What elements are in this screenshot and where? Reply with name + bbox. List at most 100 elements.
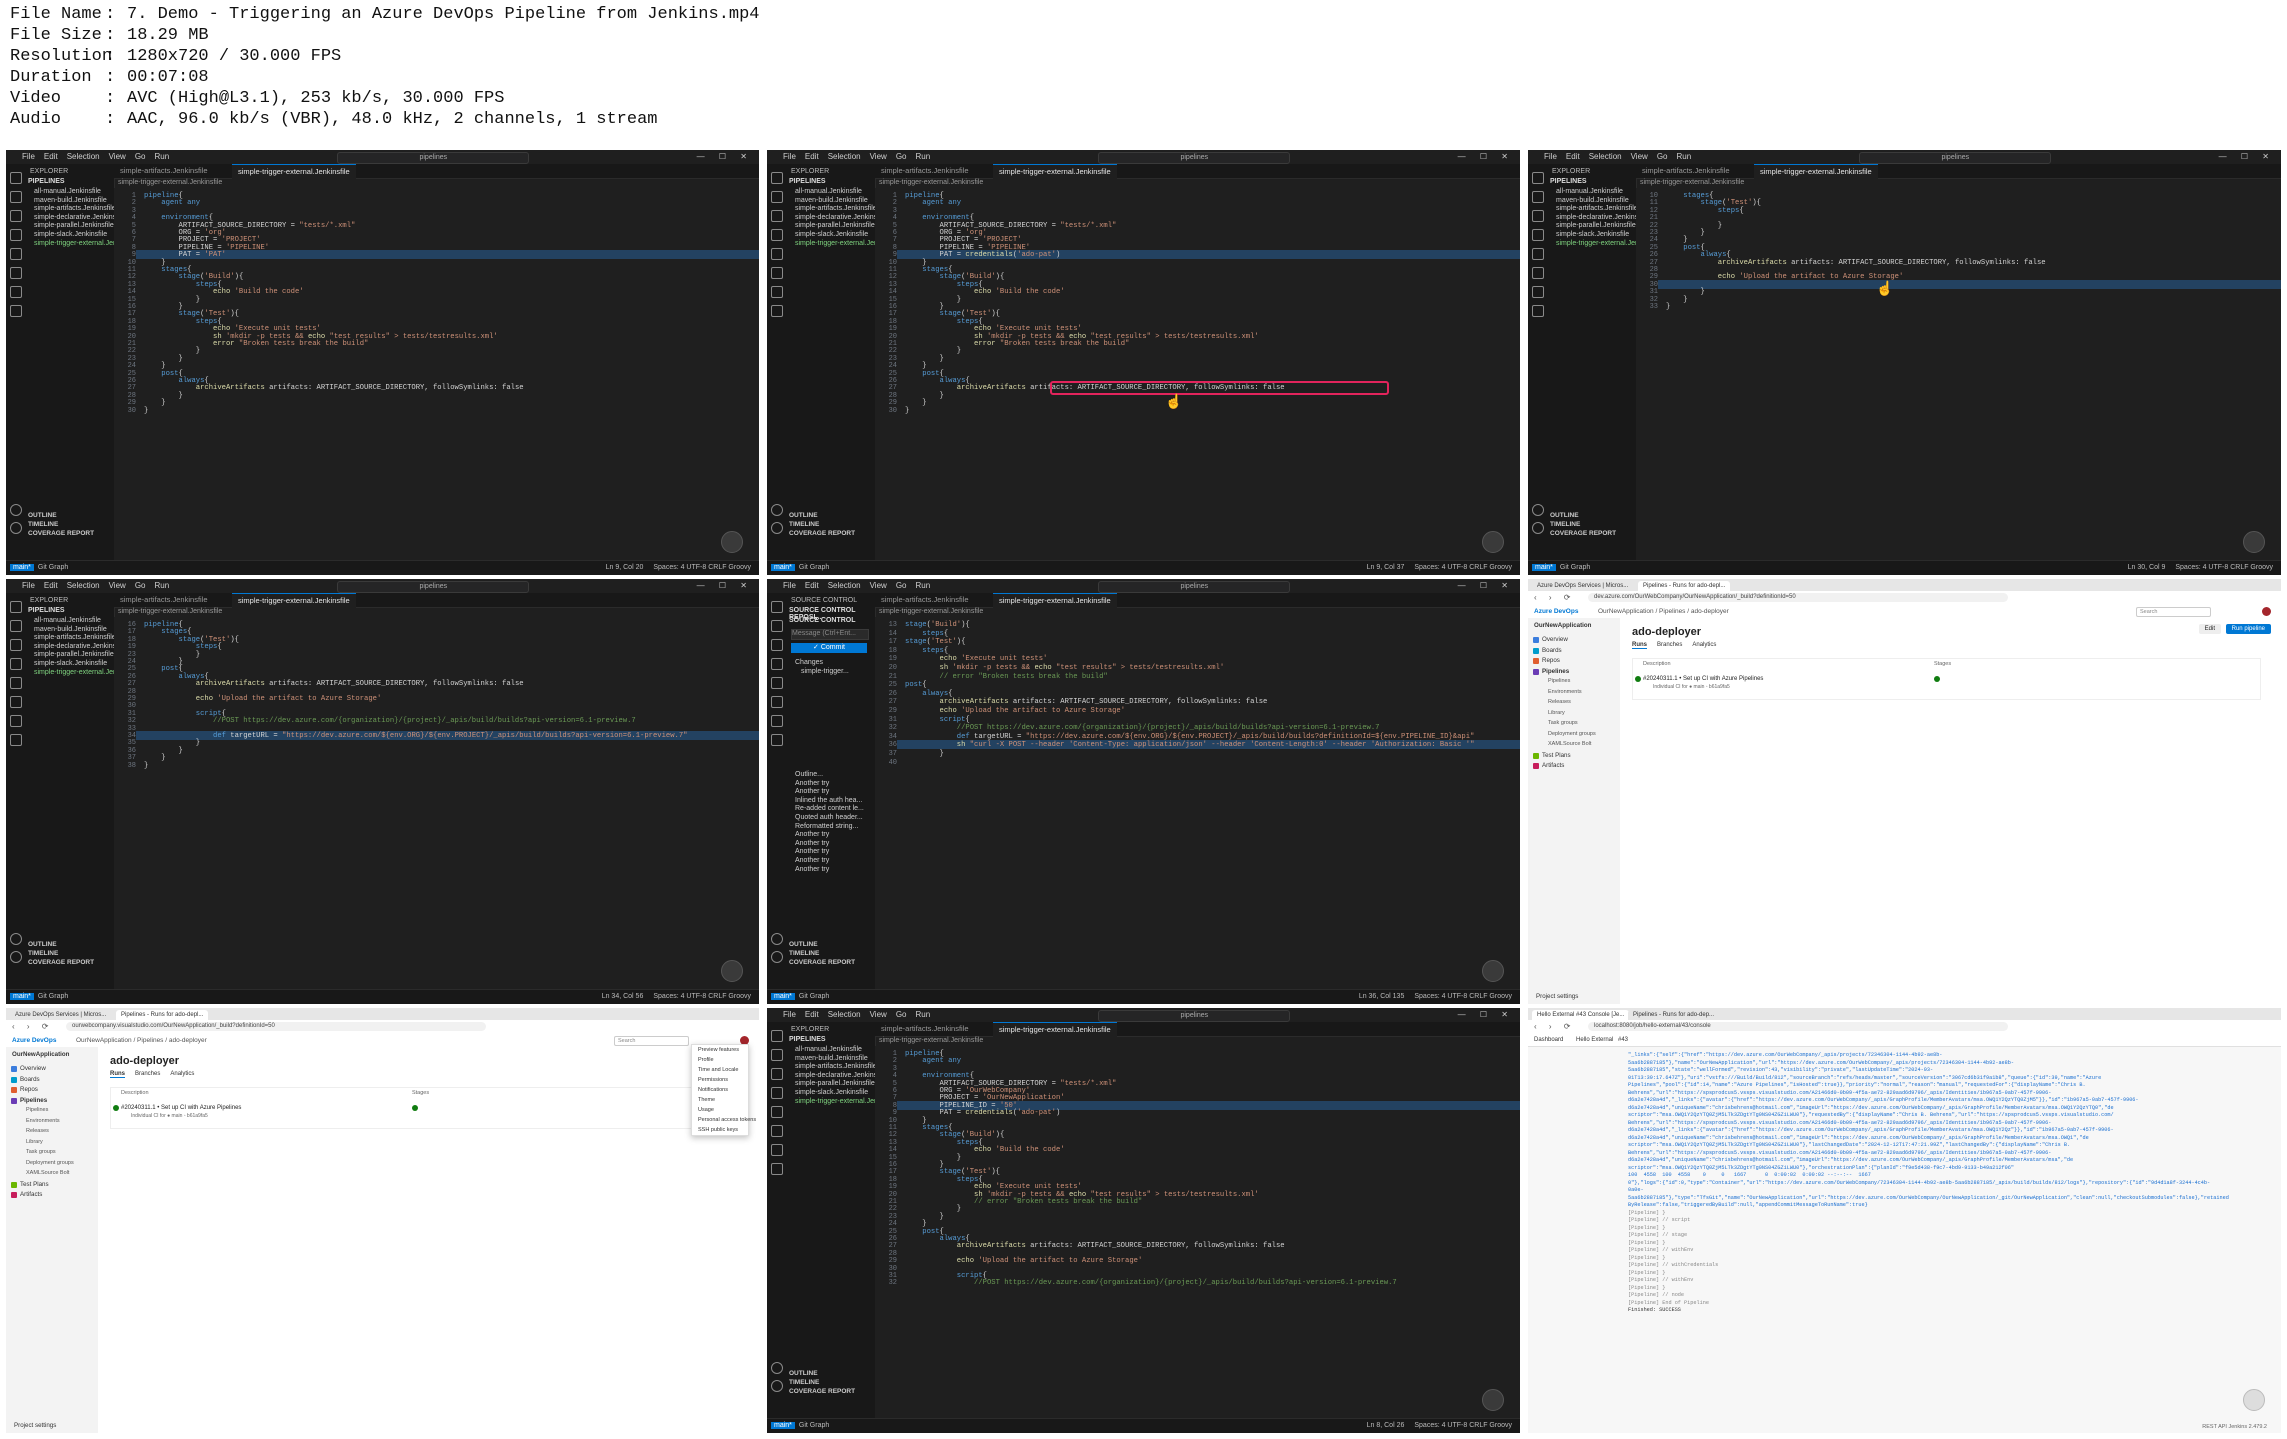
run-pipeline-button[interactable]: Run pipeline (2225, 624, 2271, 634)
menu-item-selection[interactable]: Selection (1589, 152, 1622, 161)
command-center[interactable]: pipelines (1098, 1010, 1291, 1022)
menu-item-go[interactable]: Go (135, 581, 146, 590)
menu-item-selection[interactable]: Selection (828, 152, 861, 161)
browser-nav-buttons[interactable]: ‹ › ⟳ (12, 1022, 53, 1031)
user-menu-item[interactable]: Profile (692, 1055, 748, 1065)
copilot-chat-icon[interactable] (1482, 531, 1504, 553)
run-debug-icon[interactable] (771, 1087, 783, 1099)
menu-item-view[interactable]: View (870, 581, 887, 590)
files-icon[interactable] (771, 172, 783, 184)
browser-tab[interactable]: Azure DevOps Services | Micros... (10, 1010, 112, 1020)
file-item[interactable]: simple-declarative.Jenkinsfile (34, 643, 125, 650)
pipelines-folder[interactable]: PIPELINES (28, 178, 65, 185)
menu-item-selection[interactable]: Selection (828, 1010, 861, 1019)
command-center[interactable]: pipelines (1098, 152, 1291, 164)
ado-search[interactable]: Search (614, 1036, 689, 1046)
search-icon[interactable] (771, 620, 783, 632)
search-icon[interactable] (10, 620, 22, 632)
sidebar-item-task-groups[interactable]: Task groups (26, 1149, 56, 1155)
pipelines-folder[interactable]: PIPELINES (28, 607, 65, 614)
menu-item-go[interactable]: Go (896, 152, 907, 161)
menu-item-view[interactable]: View (109, 581, 126, 590)
testing-icon[interactable] (10, 696, 22, 708)
settings-gear-icon[interactable] (771, 951, 783, 963)
browser-tab[interactable]: Azure DevOps Services | Micros... (1532, 581, 1634, 591)
file-item[interactable]: maven-build.Jenkinsfile (34, 197, 107, 204)
sidebar-item-environments[interactable]: Environments (1548, 689, 1582, 695)
code-editor[interactable]: 10 stages{11 stage('Test'){12 steps{21 22… (1636, 188, 2281, 561)
user-menu-item[interactable]: Personal access tokens (692, 1115, 756, 1125)
user-menu-item[interactable]: Notifications (692, 1085, 748, 1095)
command-center[interactable]: pipelines (1859, 152, 2052, 164)
sidebar-item-boards[interactable]: Boards (20, 1076, 40, 1083)
user-menu-item[interactable]: SSH public keys (692, 1125, 748, 1135)
file-item[interactable]: maven-build.Jenkinsfile (795, 1055, 868, 1062)
menu-item-file[interactable]: File (783, 1010, 796, 1019)
ado-search[interactable]: Search (2136, 607, 2211, 617)
docker-icon[interactable] (1532, 286, 1544, 298)
tab-runs[interactable]: Runs (1632, 642, 1647, 649)
commit-message-input[interactable]: Message (Ctrl+Ent... (791, 629, 869, 640)
tab-simple-artifacts[interactable]: simple-artifacts.Jenkinsfile (1636, 164, 1736, 178)
source-control-icon[interactable] (771, 639, 783, 651)
sidebar-item-xamlsource-bolt[interactable]: XAMLSource Bolt (1548, 741, 1591, 747)
timeline-item[interactable]: Outline... (795, 771, 823, 778)
avatar[interactable] (2262, 607, 2271, 616)
menu-item-file[interactable]: File (22, 581, 35, 590)
branch-indicator[interactable]: main* (771, 564, 795, 571)
browser-tab-active[interactable]: Pipelines - Runs for ado-depl... (116, 1010, 209, 1020)
panel-timeline[interactable]: TIMELINE (789, 521, 819, 528)
window-controls[interactable]: — ☐ ✕ (697, 581, 753, 590)
file-item[interactable]: simple-declarative.Jenkinsfile (34, 214, 125, 221)
menu-item-edit[interactable]: Edit (805, 1010, 819, 1019)
source-control-icon[interactable] (771, 210, 783, 222)
files-icon[interactable] (771, 1030, 783, 1042)
cursor-position[interactable]: Ln 36, Col 135 (1359, 993, 1405, 1000)
file-item[interactable]: all-manual.Jenkinsfile (1556, 188, 1623, 195)
file-item[interactable]: maven-build.Jenkinsfile (795, 197, 868, 204)
breadcrumb-item[interactable]: #43 (1618, 1037, 1628, 1043)
branch-indicator[interactable]: main* (771, 993, 795, 1000)
docker-icon[interactable] (771, 715, 783, 727)
files-icon[interactable] (1532, 172, 1544, 184)
tab-simple-trigger-external[interactable]: simple-trigger-external.Jenkinsfile (993, 164, 1117, 179)
panel-coverage-report[interactable]: COVERAGE REPORT (789, 959, 855, 966)
run-debug-icon[interactable] (10, 658, 22, 670)
menu-item-file[interactable]: File (783, 152, 796, 161)
account-icon[interactable] (1532, 504, 1544, 516)
sidebar-item-pipelines[interactable]: Pipelines (20, 1097, 47, 1104)
file-item[interactable]: simple-parallel.Jenkinsfile (34, 222, 114, 229)
docker-icon[interactable] (10, 286, 22, 298)
branch-indicator[interactable]: main* (1532, 564, 1556, 571)
file-item[interactable]: maven-build.Jenkinsfile (34, 626, 107, 633)
sidebar-item-test-plans[interactable]: Test Plans (1542, 752, 1571, 759)
breadcrumb-item[interactable]: Dashboard (1534, 1037, 1563, 1043)
cursor-position[interactable]: Ln 8, Col 26 (1367, 1422, 1405, 1429)
panel-timeline[interactable]: TIMELINE (789, 1379, 819, 1386)
url-field[interactable]: ourwebcompany.visualstudio.com/OurNewApp… (66, 1022, 487, 1031)
panel-outline[interactable]: OUTLINE (789, 1370, 818, 1377)
settings-gear-icon[interactable] (10, 951, 22, 963)
git-graph-button[interactable]: Git Graph (38, 993, 68, 1000)
tab-analytics[interactable]: Analytics (170, 1071, 194, 1077)
timeline-item[interactable]: Reformatted string... (795, 823, 858, 830)
settings-gear-icon[interactable] (771, 1380, 783, 1392)
extensions-icon[interactable] (771, 677, 783, 689)
settings-gear-icon[interactable] (771, 522, 783, 534)
search-icon[interactable] (771, 1049, 783, 1061)
run-debug-icon[interactable] (771, 229, 783, 241)
sidebar-item-boards[interactable]: Boards (1542, 647, 1562, 654)
panel-outline[interactable]: OUTLINE (789, 512, 818, 519)
source-control-icon[interactable] (10, 210, 22, 222)
project-settings[interactable]: Project settings (14, 1422, 56, 1429)
url-field[interactable]: localhost:8080/job/hello-external/43/con… (1588, 1022, 2009, 1031)
file-item[interactable]: simple-slack.Jenkinsfile (34, 660, 107, 667)
panel-outline[interactable]: OUTLINE (28, 941, 57, 948)
remote-icon[interactable] (771, 734, 783, 746)
extensions-icon[interactable] (771, 248, 783, 260)
menu-item-file[interactable]: File (783, 581, 796, 590)
sidebar-item-task-groups[interactable]: Task groups (1548, 720, 1578, 726)
project-settings[interactable]: Project settings (1536, 993, 1578, 1000)
tab-runs[interactable]: Runs (110, 1071, 125, 1078)
copilot-chat-icon[interactable] (1482, 1389, 1504, 1411)
